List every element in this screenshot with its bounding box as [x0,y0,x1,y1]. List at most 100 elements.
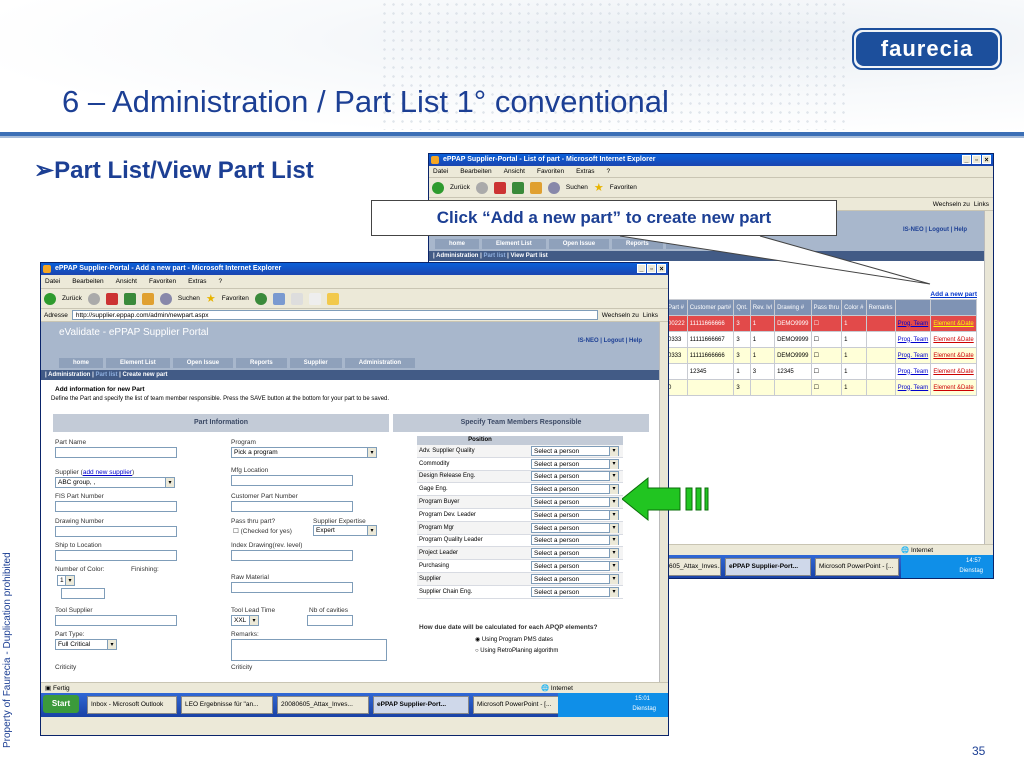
supplier-expertise-select[interactable]: Expert [313,525,377,536]
person-select[interactable]: Select a person [531,497,619,508]
person-select[interactable]: Select a person [531,522,619,533]
help-link[interactable]: Help [629,338,642,344]
nb-cavities-input[interactable] [307,615,353,626]
pass-thru-label: Pass thru part? [231,518,276,525]
nav-administration[interactable]: Administration [344,358,416,368]
form-heading: Add information for new Part [55,386,145,393]
nav-home[interactable]: home [59,358,104,368]
radio-program-pms[interactable]: ◉ Using Program PMS dates [475,636,553,643]
drawing-number-label: Drawing Number [55,518,104,525]
search-button[interactable]: Suchen [178,295,200,302]
task-button[interactable]: ePPAP Supplier-Port... [373,696,469,714]
maximize-button[interactable]: ▫ [647,264,656,273]
address-label: Adresse [44,311,68,319]
menu-ansicht[interactable]: Ansicht [116,275,137,288]
edit-icon[interactable] [308,292,321,305]
ship-to-input[interactable] [55,550,177,561]
nav-open-issue[interactable]: Open Issue [172,358,234,368]
breadcrumb-create: Create new part [122,372,168,378]
remarks-label: Remarks: [231,631,259,638]
favorites-button[interactable]: Favoriten [222,295,249,302]
print-icon[interactable] [290,292,303,305]
folder-icon[interactable] [326,292,339,305]
person-select[interactable]: Select a person [531,509,619,520]
nav-reports[interactable]: Reports [236,358,287,368]
index-drawing-label: Index Drawing(rev. level) [231,542,303,549]
index-drawing-input[interactable] [231,550,353,561]
radio-retroplaning[interactable]: ○ Using RetroPlaning algorithm [475,648,558,654]
person-select[interactable]: Select a person [531,548,619,559]
part-type-select[interactable]: Full Critical [55,639,117,650]
program-select[interactable]: Pick a program [231,447,377,458]
remarks-textarea[interactable] [231,639,387,661]
tool-lead-select[interactable]: XXL [231,615,259,626]
menu-extras[interactable]: Extras [188,275,206,288]
user-link[interactable]: IS-NEO [578,338,599,344]
nav-supplier[interactable]: Supplier [289,358,342,368]
radio-empty-icon[interactable]: ○ [475,648,479,654]
position-label: Program Dev. Leader [419,511,476,518]
stop-icon[interactable] [105,292,118,305]
front-portal-page: eValidate - ePPAP Supplier Portal IS-NEO… [41,322,668,682]
task-button[interactable]: Microsoft PowerPoint - [... [473,696,565,714]
raw-material-input[interactable] [231,582,353,593]
mail-icon[interactable] [272,292,285,305]
customer-part-input[interactable] [231,501,353,512]
task-button[interactable]: LEO Ergebnisse für "an... [181,696,273,714]
team-row: Supplier Chain Eng. Select a person [417,585,623,599]
num-color-select[interactable]: 1 [57,575,75,586]
radio-selected-icon[interactable]: ◉ [475,637,480,643]
front-window-titlebar: ePPAP Supplier-Portal - Add a new part -… [41,263,668,275]
part-name-label: Part Name [55,439,87,446]
favorites-star-icon[interactable]: ★ [206,292,216,305]
person-select[interactable]: Select a person [531,471,619,482]
clock: 15:01 [634,696,650,702]
close-button[interactable]: × [657,264,666,273]
start-button[interactable]: Start [43,695,79,713]
part-name-input[interactable] [55,447,177,458]
person-select[interactable]: Select a person [531,445,619,456]
supplier-select[interactable]: ABC group, , [55,477,175,488]
pass-thru-checkbox[interactable]: ☐ (Checked for yes) [233,527,292,535]
tool-supplier-input[interactable] [55,615,177,626]
home-icon[interactable] [141,292,154,305]
back-button[interactable]: Zurück [62,295,82,302]
toolbar: Zurück Suchen ★ Favoriten [41,289,668,309]
program-label: Program [231,439,256,446]
breadcrumb-part-list[interactable]: Part list [95,372,117,378]
add-new-supplier-link[interactable]: add new supplier [83,469,132,476]
person-select[interactable]: Select a person [531,573,619,584]
task-button[interactable]: Inbox - Microsoft Outlook [87,696,177,714]
mfg-location-input[interactable] [231,475,353,486]
side-note: Property of Faurecia - Duplication prohi… [2,552,13,748]
refresh-icon[interactable] [123,292,136,305]
drawing-number-input[interactable] [55,526,177,537]
logout-link[interactable]: Logout [604,338,624,344]
position-label: Commodity [419,460,450,467]
fis-part-input[interactable] [55,501,177,512]
search-icon[interactable] [159,292,172,305]
position-label: Gage Eng. [419,486,448,493]
menu-bearbeiten[interactable]: Bearbeiten [72,275,103,288]
menu-help[interactable]: ? [219,275,223,288]
person-select[interactable]: Select a person [531,586,619,597]
nav-element-list[interactable]: Element List [106,358,170,368]
menu-datei[interactable]: Datei [45,275,60,288]
breadcrumb-admin[interactable]: Administration [48,372,90,378]
menu-favoriten[interactable]: Favoriten [149,275,176,288]
person-select[interactable]: Select a person [531,484,619,495]
minimize-button[interactable]: _ [637,264,646,273]
history-icon[interactable] [254,292,267,305]
front-browser-window: ePPAP Supplier-Portal - Add a new part -… [40,262,669,736]
links-button[interactable]: Links [643,312,668,319]
person-select[interactable]: Select a person [531,458,619,469]
back-arrow-icon[interactable] [44,292,56,305]
color-input[interactable] [61,588,105,599]
checkbox-icon[interactable]: ☐ [233,528,239,535]
task-button[interactable]: 20080605_Attax_Inves... [277,696,369,714]
person-select[interactable]: Select a person [531,561,619,572]
address-input[interactable]: http://supplier.eppap.com/admin/newpart.… [71,310,598,320]
forward-arrow-icon[interactable] [87,292,100,305]
go-button[interactable]: Wechseln zu [602,312,639,319]
person-select[interactable]: Select a person [531,535,619,546]
